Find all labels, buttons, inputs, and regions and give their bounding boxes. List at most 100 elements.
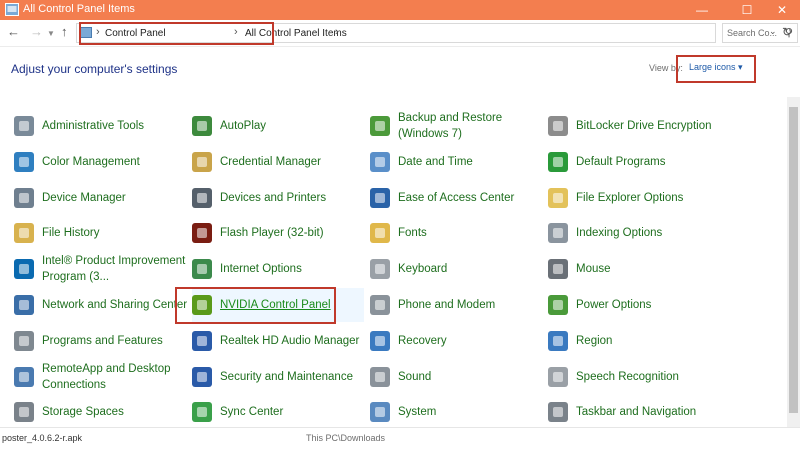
item-label[interactable]: Internet Options bbox=[220, 252, 370, 286]
back-arrow-icon[interactable]: ← bbox=[7, 24, 20, 39]
item-speech-recognition[interactable]: Speech Recognition bbox=[548, 360, 720, 394]
item-label[interactable]: System bbox=[398, 395, 548, 429]
item-label[interactable]: Recovery bbox=[398, 324, 548, 358]
item-file-explorer-options[interactable]: File Explorer Options bbox=[548, 181, 720, 215]
recent-locations-chevron-icon[interactable]: ▼ bbox=[47, 29, 55, 38]
search-box[interactable]: ⚲ bbox=[722, 23, 798, 43]
item-ease-of-access[interactable]: Ease of Access Center bbox=[370, 181, 542, 215]
item-indexing-options[interactable]: Indexing Options bbox=[548, 216, 720, 250]
item-label[interactable]: Programs and Features bbox=[42, 324, 192, 358]
downloaded-file-name[interactable]: poster_4.0.6.2-r.apk bbox=[2, 433, 82, 443]
item-security-maintenance[interactable]: Security and Maintenance bbox=[192, 360, 364, 394]
backup-restore-icon bbox=[370, 116, 390, 136]
item-internet-options[interactable]: Internet Options bbox=[192, 252, 364, 286]
item-label[interactable]: Indexing Options bbox=[576, 216, 726, 250]
power-options-icon bbox=[548, 295, 568, 315]
item-label[interactable]: Fonts bbox=[398, 216, 548, 250]
item-credential-manager[interactable]: Credential Manager bbox=[192, 145, 364, 179]
up-arrow-icon[interactable]: ↑ bbox=[61, 24, 68, 39]
item-admin-tools[interactable]: Administrative Tools bbox=[14, 109, 186, 143]
vertical-scrollbar[interactable] bbox=[787, 97, 800, 427]
item-backup-restore[interactable]: Backup and Restore (Windows 7) bbox=[370, 109, 542, 143]
item-file-history[interactable]: File History bbox=[14, 216, 186, 250]
item-mouse[interactable]: Mouse bbox=[548, 252, 720, 286]
item-sound[interactable]: Sound bbox=[370, 360, 542, 394]
item-label[interactable]: File Explorer Options bbox=[576, 181, 726, 215]
item-phone-modem[interactable]: Phone and Modem bbox=[370, 288, 542, 322]
control-panel-icon bbox=[5, 3, 19, 16]
item-label[interactable]: Intel® Product Improvement Program (3... bbox=[42, 252, 192, 286]
item-power-options[interactable]: Power Options bbox=[548, 288, 720, 322]
item-sync-center[interactable]: Sync Center bbox=[192, 395, 364, 429]
item-label[interactable]: Default Programs bbox=[576, 145, 726, 179]
item-network-sharing[interactable]: Network and Sharing Center bbox=[14, 288, 187, 322]
item-default-programs[interactable]: Default Programs bbox=[548, 145, 720, 179]
item-label[interactable]: Credential Manager bbox=[220, 145, 370, 179]
item-label[interactable]: Sync Center bbox=[220, 395, 370, 429]
item-label[interactable]: Storage Spaces bbox=[42, 395, 192, 429]
item-storage-spaces[interactable]: Storage Spaces bbox=[14, 395, 186, 429]
item-remoteapp[interactable]: RemoteApp and Desktop Connections bbox=[14, 360, 186, 394]
date-time-icon bbox=[370, 152, 390, 172]
item-label[interactable]: Administrative Tools bbox=[42, 109, 192, 143]
item-programs-features[interactable]: Programs and Features bbox=[14, 324, 186, 358]
remoteapp-icon bbox=[14, 367, 34, 387]
item-label[interactable]: Date and Time bbox=[398, 145, 548, 179]
download-location: This PC\Downloads bbox=[306, 433, 386, 443]
breadcrumb-highlight-box bbox=[79, 22, 274, 45]
item-label[interactable]: Network and Sharing Center bbox=[42, 288, 192, 322]
search-icon[interactable]: ⚲ bbox=[785, 26, 793, 39]
item-intel[interactable]: Intel® Product Improvement Program (3... bbox=[14, 252, 186, 286]
item-realtek-audio[interactable]: Realtek HD Audio Manager bbox=[192, 324, 364, 358]
minimize-button[interactable]: — bbox=[682, 0, 722, 20]
item-label[interactable]: Devices and Printers bbox=[220, 181, 370, 215]
forward-arrow-icon[interactable]: → bbox=[30, 24, 43, 39]
item-autoplay[interactable]: AutoPlay bbox=[192, 109, 364, 143]
item-label[interactable]: Mouse bbox=[576, 252, 726, 286]
item-label[interactable]: BitLocker Drive Encryption bbox=[576, 109, 726, 143]
item-color-management[interactable]: Color Management bbox=[14, 145, 186, 179]
item-label[interactable]: Taskbar and Navigation bbox=[576, 395, 726, 429]
scrollbar-thumb[interactable] bbox=[789, 107, 798, 413]
item-bitlocker[interactable]: BitLocker Drive Encryption bbox=[548, 109, 720, 143]
item-label[interactable]: RemoteApp and Desktop Connections bbox=[42, 360, 192, 394]
fonts-icon bbox=[370, 223, 390, 243]
item-label[interactable]: Sound bbox=[398, 360, 548, 394]
view-by-highlight-box bbox=[676, 55, 756, 83]
item-taskbar-navigation[interactable]: Taskbar and Navigation bbox=[548, 395, 720, 429]
item-label[interactable]: Region bbox=[576, 324, 726, 358]
item-label[interactable]: Phone and Modem bbox=[398, 288, 548, 322]
item-region[interactable]: Region bbox=[548, 324, 720, 358]
item-recovery[interactable]: Recovery bbox=[370, 324, 542, 358]
item-fonts[interactable]: Fonts bbox=[370, 216, 542, 250]
item-devices-printers[interactable]: Devices and Printers bbox=[192, 181, 364, 215]
item-keyboard[interactable]: Keyboard bbox=[370, 252, 542, 286]
item-label[interactable]: AutoPlay bbox=[220, 109, 370, 143]
security-maintenance-icon bbox=[192, 367, 212, 387]
item-label[interactable]: Backup and Restore (Windows 7) bbox=[398, 109, 548, 143]
item-label[interactable]: Flash Player (32-bit) bbox=[220, 216, 370, 250]
ease-of-access-icon bbox=[370, 188, 390, 208]
item-label[interactable]: Speech Recognition bbox=[576, 360, 726, 394]
item-label[interactable]: Keyboard bbox=[398, 252, 548, 286]
item-label[interactable]: Power Options bbox=[576, 288, 726, 322]
item-date-time[interactable]: Date and Time bbox=[370, 145, 542, 179]
credential-manager-icon bbox=[192, 152, 212, 172]
phone-modem-icon bbox=[370, 295, 390, 315]
item-label[interactable]: Color Management bbox=[42, 145, 192, 179]
sync-center-icon bbox=[192, 402, 212, 422]
item-label[interactable]: Ease of Access Center bbox=[398, 181, 548, 215]
item-label[interactable]: Security and Maintenance bbox=[220, 360, 370, 394]
breadcrumb-chevron-icon[interactable]: › bbox=[335, 26, 339, 38]
item-flash-player[interactable]: Flash Player (32-bit) bbox=[192, 216, 364, 250]
sound-icon bbox=[370, 367, 390, 387]
close-button[interactable]: ✕ bbox=[762, 0, 800, 20]
item-system[interactable]: System bbox=[370, 395, 542, 429]
maximize-button[interactable]: ☐ bbox=[727, 0, 767, 20]
keyboard-icon bbox=[370, 259, 390, 279]
item-label[interactable]: Device Manager bbox=[42, 181, 192, 215]
item-label[interactable]: File History bbox=[42, 216, 192, 250]
search-input[interactable] bbox=[727, 26, 781, 40]
item-device-manager[interactable]: Device Manager bbox=[14, 181, 186, 215]
item-label[interactable]: Realtek HD Audio Manager bbox=[220, 324, 370, 358]
